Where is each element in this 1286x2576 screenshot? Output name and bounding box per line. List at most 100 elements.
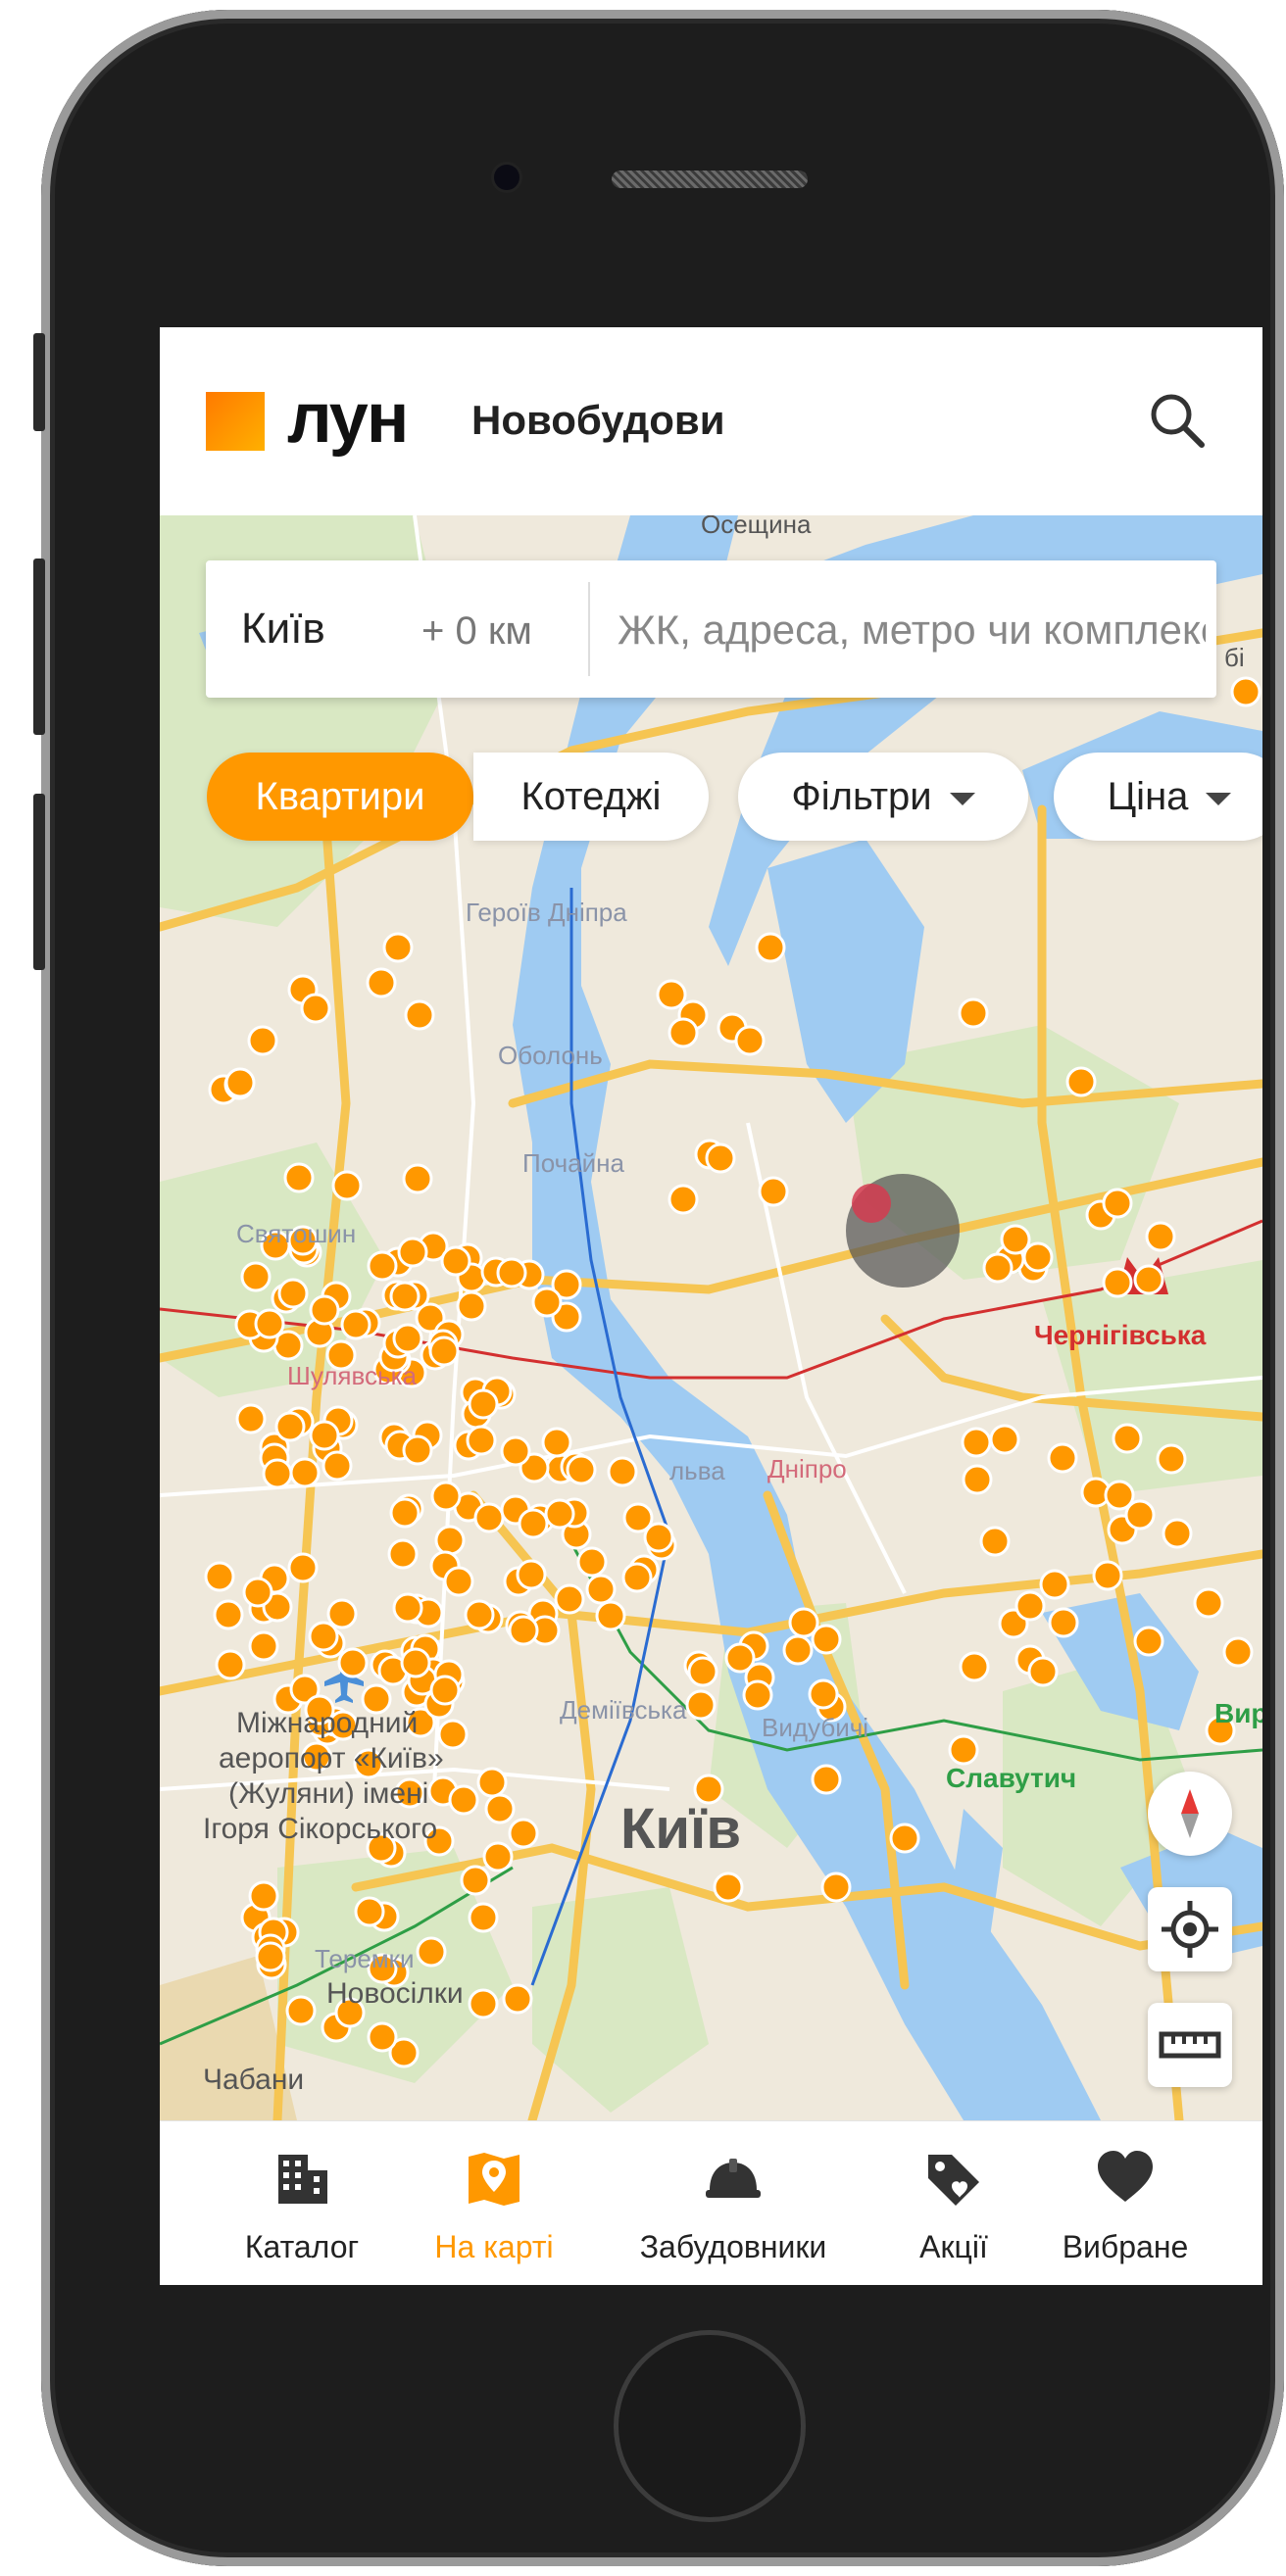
listing-marker[interactable]	[531, 1287, 563, 1318]
listing-marker[interactable]	[224, 1067, 256, 1098]
nav-developers[interactable]: Забудовники	[620, 2121, 846, 2285]
listing-marker[interactable]	[979, 1526, 1011, 1557]
home-button[interactable]	[614, 2330, 806, 2522]
listing-marker[interactable]	[248, 1880, 279, 1912]
listing-marker[interactable]	[1133, 1626, 1164, 1657]
listing-marker[interactable]	[518, 1508, 549, 1539]
listing-marker[interactable]	[402, 1163, 433, 1194]
listing-marker[interactable]	[685, 1689, 717, 1721]
search-input[interactable]	[616, 596, 1208, 664]
listing-marker[interactable]	[340, 1309, 371, 1340]
listing-marker[interactable]	[392, 1592, 423, 1624]
chip-price[interactable]: Ціна	[1054, 753, 1262, 841]
listing-marker[interactable]	[367, 2021, 398, 2053]
listing-marker[interactable]	[1065, 1066, 1097, 1097]
listing-marker[interactable]	[811, 1764, 842, 1795]
listing-marker[interactable]	[724, 1642, 756, 1674]
listing-marker[interactable]	[889, 1823, 920, 1854]
listing-marker[interactable]	[1039, 1569, 1070, 1600]
listing-marker[interactable]	[430, 1481, 462, 1512]
listing-marker[interactable]	[566, 1454, 597, 1485]
listing-marker[interactable]	[466, 1425, 497, 1456]
listing-marker[interactable]	[468, 1988, 499, 2019]
listing-marker[interactable]	[961, 1427, 992, 1458]
listing-marker[interactable]	[482, 1841, 514, 1872]
listing-marker[interactable]	[516, 1559, 547, 1590]
listing-marker[interactable]	[416, 1936, 447, 1968]
listing-marker[interactable]	[782, 1634, 814, 1666]
listing-marker[interactable]	[496, 1257, 527, 1288]
listing-marker[interactable]	[982, 1252, 1014, 1284]
listing-marker[interactable]	[308, 1621, 339, 1652]
listing-marker[interactable]	[468, 1902, 499, 1933]
listing-marker[interactable]	[387, 1538, 419, 1570]
listing-marker[interactable]	[1124, 1499, 1156, 1531]
chip-cottages[interactable]: Котеджі	[473, 753, 709, 841]
listing-marker[interactable]	[429, 1675, 461, 1706]
listing-marker[interactable]	[285, 1995, 317, 2026]
listing-marker[interactable]	[262, 1458, 293, 1489]
listing-marker[interactable]	[1112, 1423, 1143, 1454]
listing-marker[interactable]	[656, 979, 687, 1010]
listing-marker[interactable]	[428, 1336, 460, 1367]
listing-marker[interactable]	[326, 1598, 358, 1629]
map-view[interactable]: Осещина Героїв Дніпра Оболонь Почайна Св…	[160, 515, 1262, 2120]
listing-marker[interactable]	[1156, 1443, 1187, 1475]
listing-marker[interactable]	[742, 1679, 773, 1711]
listing-marker[interactable]	[705, 1142, 736, 1174]
listing-marker[interactable]	[1092, 1560, 1123, 1591]
ruler-button[interactable]	[1148, 2003, 1232, 2087]
listing-marker[interactable]	[1047, 1442, 1078, 1474]
listing-marker[interactable]	[448, 1784, 479, 1816]
listing-marker[interactable]	[1048, 1607, 1079, 1638]
listing-marker[interactable]	[811, 1624, 842, 1655]
listing-marker[interactable]	[331, 1170, 363, 1201]
listing-marker[interactable]	[404, 999, 435, 1031]
listing-marker[interactable]	[948, 1734, 979, 1766]
listing-marker[interactable]	[959, 1651, 990, 1682]
listing-marker[interactable]	[958, 997, 989, 1029]
listing-marker[interactable]	[508, 1818, 539, 1849]
listing-marker[interactable]	[443, 1566, 474, 1597]
listing-marker[interactable]	[1022, 1241, 1054, 1273]
listing-marker[interactable]	[366, 967, 397, 998]
listing-marker[interactable]	[397, 1237, 428, 1268]
radius-selector[interactable]: + 0 км	[421, 608, 532, 655]
listing-marker[interactable]	[274, 1411, 306, 1442]
listing-marker[interactable]	[289, 1457, 321, 1488]
listing-marker[interactable]	[277, 1278, 309, 1309]
nav-promotions[interactable]: Акції	[885, 2121, 1022, 2285]
listing-marker[interactable]	[337, 1647, 369, 1678]
listing-marker[interactable]	[460, 1865, 491, 1896]
city-selector[interactable]: Київ	[241, 604, 325, 655]
locate-button[interactable]	[1148, 1887, 1232, 1971]
listing-marker[interactable]	[240, 1261, 272, 1292]
listing-marker[interactable]	[1133, 1264, 1164, 1295]
listing-marker[interactable]	[247, 1025, 278, 1056]
listing-marker[interactable]	[758, 1176, 789, 1207]
search-icon[interactable]	[1143, 386, 1212, 455]
listing-marker[interactable]	[1193, 1587, 1224, 1619]
listing-marker[interactable]	[434, 1525, 466, 1556]
listing-marker[interactable]	[476, 1767, 508, 1798]
listing-marker[interactable]	[309, 1420, 340, 1451]
listing-marker[interactable]	[585, 1574, 617, 1605]
listing-marker[interactable]	[1102, 1188, 1133, 1219]
listing-marker[interactable]	[734, 1025, 766, 1056]
chip-filters[interactable]: Фільтри	[738, 753, 1028, 841]
listing-marker[interactable]	[607, 1456, 638, 1487]
listing-marker[interactable]	[1014, 1590, 1046, 1622]
listing-marker[interactable]	[668, 1017, 699, 1048]
listing-marker[interactable]	[687, 1656, 718, 1687]
listing-marker[interactable]	[354, 1896, 385, 1927]
listing-marker[interactable]	[820, 1871, 852, 1903]
listing-marker[interactable]	[283, 1162, 315, 1193]
listing-marker[interactable]	[1027, 1656, 1059, 1687]
listing-marker[interactable]	[309, 1294, 340, 1326]
listing-marker[interactable]	[204, 1561, 235, 1592]
listing-marker[interactable]	[464, 1599, 495, 1630]
listing-marker[interactable]	[484, 1793, 516, 1824]
listing-marker[interactable]	[300, 993, 331, 1024]
listing-marker[interactable]	[1102, 1267, 1133, 1298]
listing-marker[interactable]	[989, 1424, 1020, 1455]
